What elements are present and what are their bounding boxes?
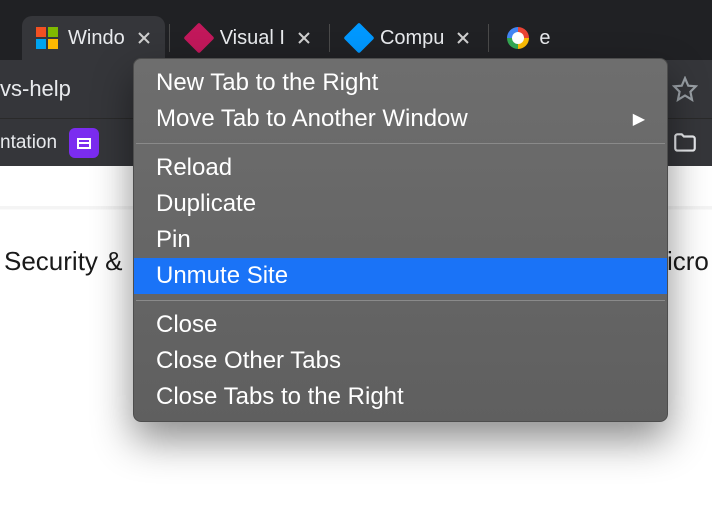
- tab-title: Windo: [68, 27, 125, 50]
- page-heading: Security &: [4, 246, 123, 276]
- submenu-arrow-icon: ▶: [633, 109, 645, 129]
- tab-separator: [329, 24, 330, 52]
- menu-separator: [136, 143, 665, 144]
- bookmark-star-icon[interactable]: [668, 72, 702, 106]
- close-tab-icon[interactable]: [454, 29, 472, 47]
- browser-tab[interactable]: e: [493, 16, 550, 60]
- browser-tab[interactable]: Compu: [334, 16, 484, 60]
- menu-item-pin[interactable]: Pin: [134, 222, 667, 258]
- menu-separator: [136, 300, 665, 301]
- bookmark-item[interactable]: ntation: [0, 132, 57, 154]
- menu-item-close-right[interactable]: Close Tabs to the Right: [134, 379, 667, 415]
- close-tab-icon[interactable]: [135, 29, 153, 47]
- browser-tab[interactable]: Visual I: [174, 16, 325, 60]
- other-bookmarks-folder-icon[interactable]: [670, 128, 700, 158]
- google-icon: [507, 27, 529, 49]
- tab-separator: [169, 24, 170, 52]
- menu-item-unmute-site[interactable]: Unmute Site: [134, 258, 667, 294]
- menu-item-move-tab[interactable]: Move Tab to Another Window ▶: [134, 101, 667, 137]
- windows-logo-icon: [36, 27, 58, 49]
- tab-strip: Windo Visual I Compu e: [0, 0, 712, 60]
- tab-separator: [488, 24, 489, 52]
- vscode-icon: [188, 27, 210, 49]
- tab-title: Compu: [380, 27, 444, 50]
- page-heading-right: icro: [667, 246, 709, 276]
- browser-tab-active[interactable]: Windo: [22, 16, 165, 60]
- menu-item-new-tab-right[interactable]: New Tab to the Right: [134, 65, 667, 101]
- close-tab-icon[interactable]: [295, 29, 313, 47]
- menu-item-reload[interactable]: Reload: [134, 150, 667, 186]
- menu-item-close[interactable]: Close: [134, 307, 667, 343]
- tab-title: Visual I: [220, 27, 285, 50]
- tab-context-menu: New Tab to the Right Move Tab to Another…: [133, 58, 668, 422]
- app-icon: [348, 27, 370, 49]
- tab-title: e: [539, 27, 550, 50]
- menu-item-close-other[interactable]: Close Other Tabs: [134, 343, 667, 379]
- bookmark-tile-icon[interactable]: [69, 128, 99, 158]
- menu-item-duplicate[interactable]: Duplicate: [134, 186, 667, 222]
